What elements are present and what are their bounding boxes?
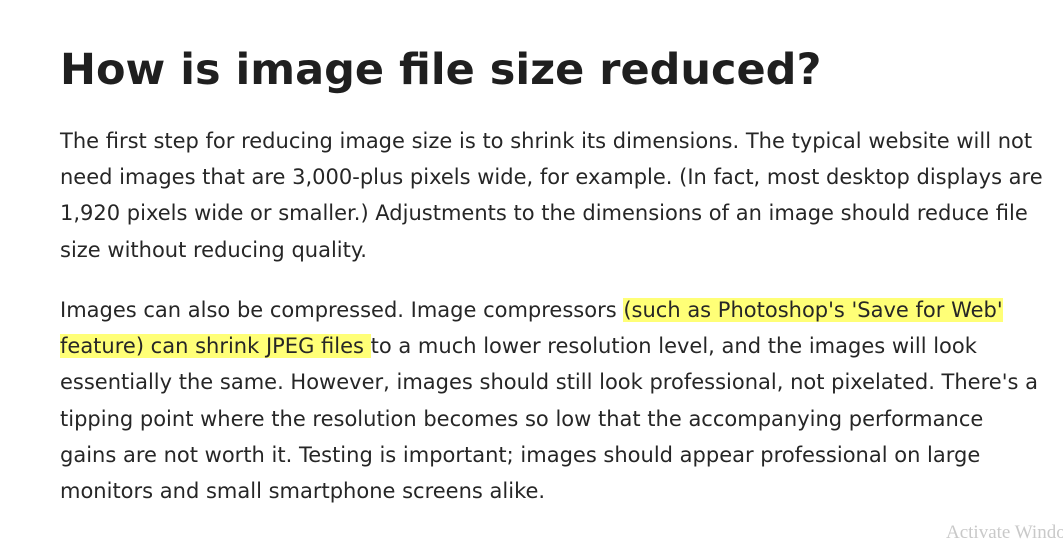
activate-windows-watermark: Activate Windows xyxy=(946,522,1063,543)
paragraph-text-start: Images can also be compressed. Image com… xyxy=(60,298,624,322)
paragraph-text-end: to a much lower resolution level, and th… xyxy=(60,334,1038,504)
article-title: How is image file size reduced? xyxy=(60,45,822,95)
paragraph-compression: Images can also be compressed. Image com… xyxy=(60,292,1045,509)
paragraph-dimensions: The first step for reducing image size i… xyxy=(60,129,1043,262)
